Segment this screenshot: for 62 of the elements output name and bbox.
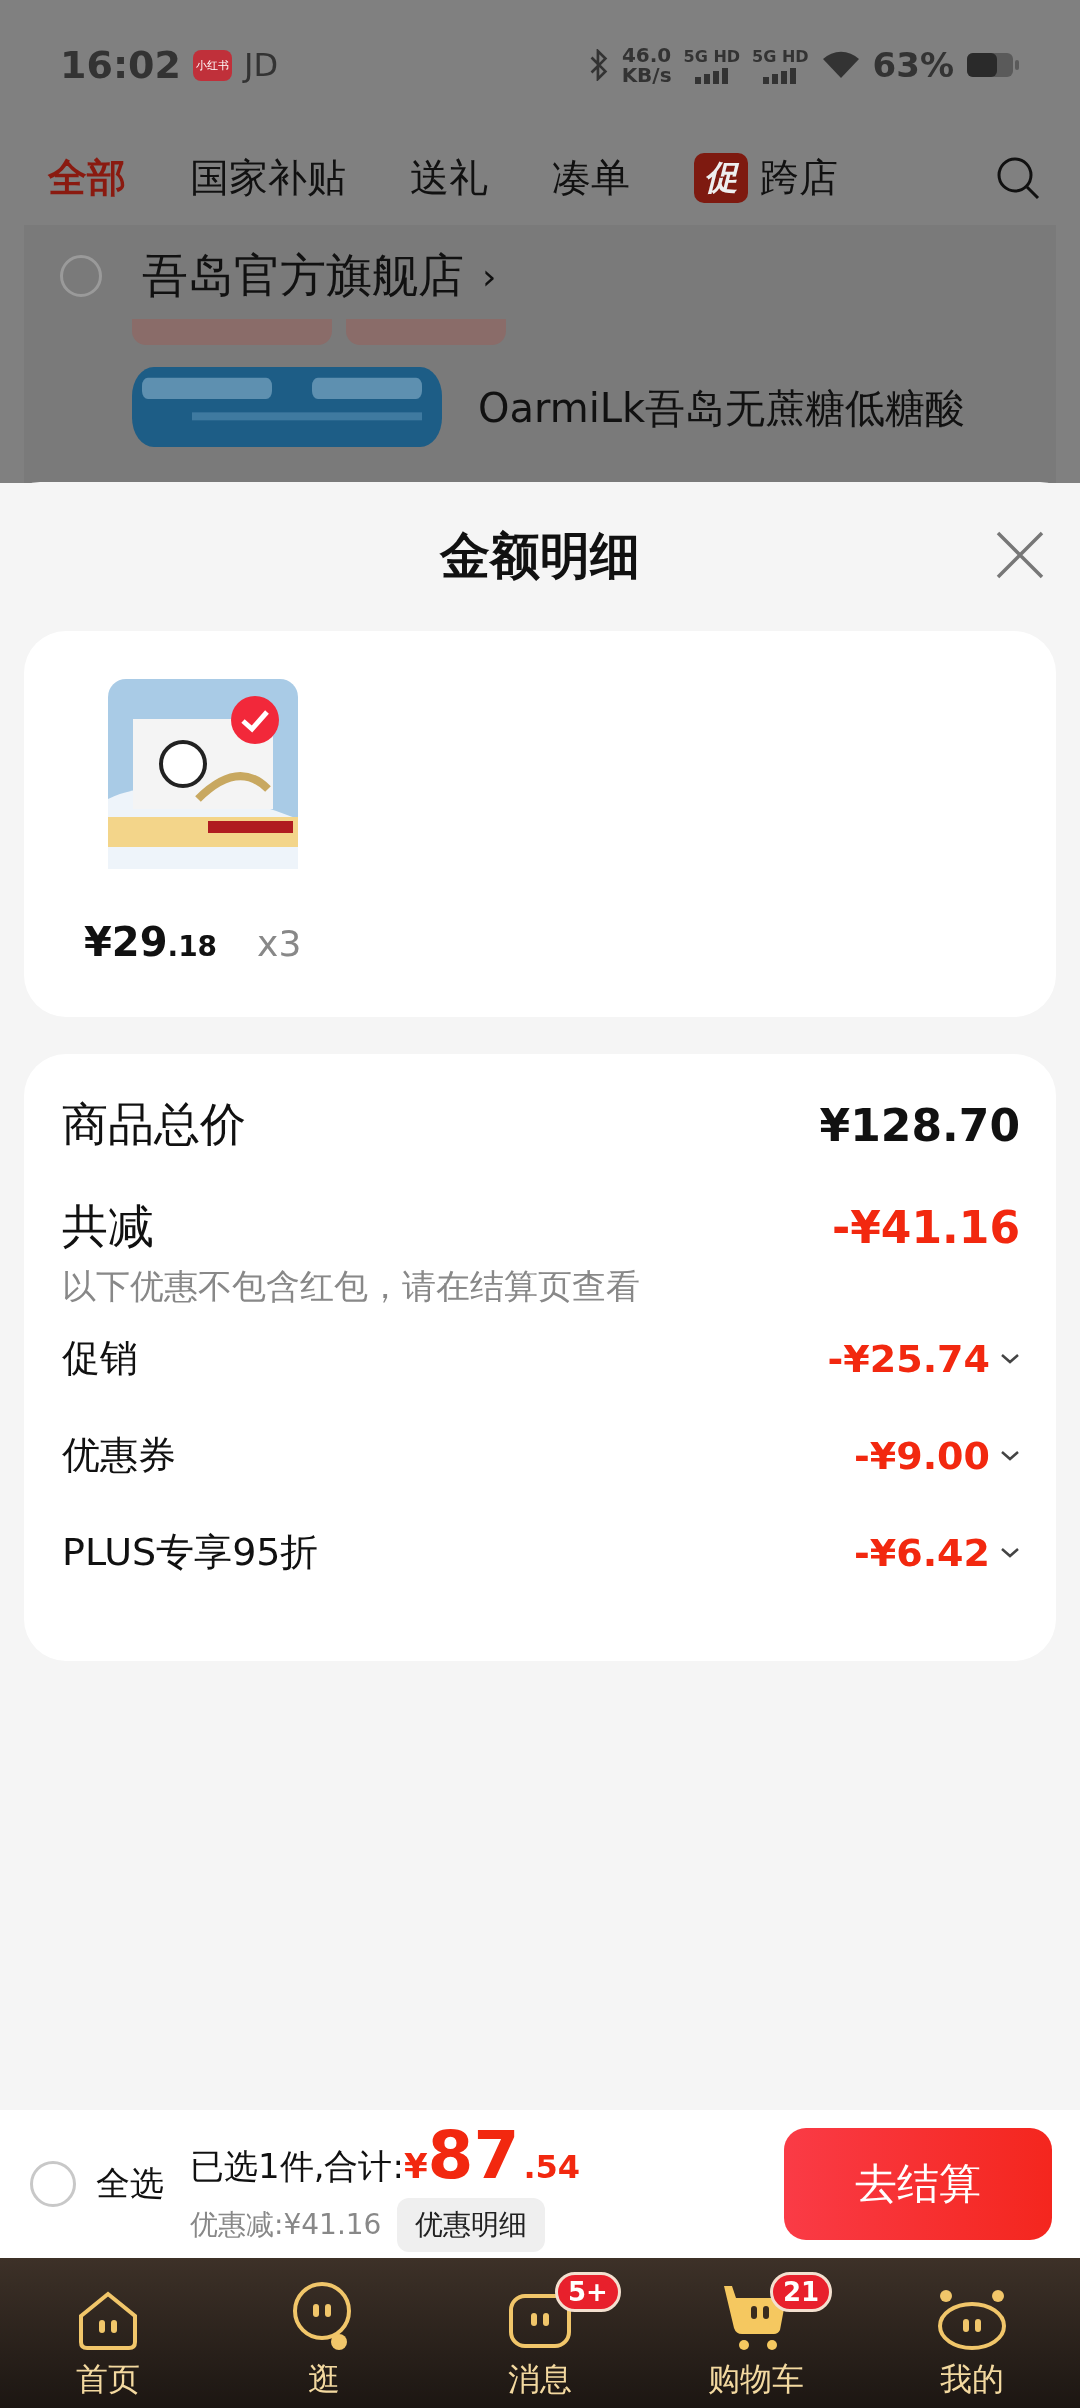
nav-tab[interactable]: 逛 <box>224 2264 424 2402</box>
discount-value: -¥9.00 <box>854 1433 990 1478</box>
category-tab[interactable]: 凑单 <box>552 150 630 205</box>
app-badge-icon: 小红书 <box>192 49 232 81</box>
chevron-down-icon <box>1000 1546 1020 1559</box>
chevron-down-icon <box>1000 1449 1020 1462</box>
discount-amount: -¥41.16 <box>831 1201 1020 1253</box>
store-checkbox[interactable] <box>60 255 102 297</box>
nav-tab[interactable]: 5+ 消息 <box>440 2264 640 2402</box>
discount-type: PLUS专享95折 <box>62 1529 319 1576</box>
product-title[interactable]: OarmiLk吾岛无蔗糖低糖酸 <box>478 367 966 436</box>
discount-row[interactable]: 优惠券 -¥9.00 <box>62 1407 1020 1504</box>
discount-type: 优惠券 <box>62 1432 176 1479</box>
nav-tab[interactable]: 首页 <box>8 2264 208 2402</box>
item-quantity: x3 <box>257 923 302 964</box>
discount-detail-button[interactable]: 优惠明细 <box>397 2197 546 2252</box>
nav-label: 首页 <box>76 2359 140 2400</box>
discount-row[interactable]: 促销 -¥25.74 <box>62 1310 1020 1407</box>
discount-label: 共减 <box>62 1198 154 1255</box>
battery-icon <box>966 51 1020 79</box>
wifi-icon <box>820 50 861 80</box>
nav-label: 逛 <box>308 2359 340 2400</box>
count-badge: 5+ <box>555 2272 621 2312</box>
category-tab[interactable]: 国家补贴 <box>190 150 346 205</box>
signal-icon <box>694 67 729 84</box>
promo-badge: 促 <box>694 152 748 203</box>
network-speed: 46.0 <box>621 45 672 65</box>
item-price: ¥29.18 <box>84 919 218 965</box>
status-time: 16:02 <box>60 43 181 87</box>
count-badge: 21 <box>770 2272 833 2312</box>
discount-value: -¥6.42 <box>854 1530 990 1575</box>
discount-note: 以下优惠不包含红包，请在结算页查看 <box>62 1265 641 1308</box>
battery-percent: 63% <box>872 45 954 85</box>
signal-icon <box>763 67 798 84</box>
sheet-title: 金额明细 <box>440 526 640 587</box>
total-price: ¥87.54 <box>403 2116 581 2194</box>
discount-type: 促销 <box>62 1335 138 1382</box>
store-chevron: › <box>482 255 497 297</box>
category-tab[interactable]: 促 跨店 <box>694 150 838 205</box>
selected-summary: 已选1件,合计: <box>190 2144 404 2188</box>
network-type: 5G HD <box>752 46 809 66</box>
close-icon[interactable] <box>995 530 1045 580</box>
nav-tab[interactable]: 我的 <box>872 2264 1072 2402</box>
carrier-label: JD <box>243 46 279 84</box>
nav-tab[interactable]: 21 购物车 <box>656 2264 856 2402</box>
nav-label: 消息 <box>508 2359 572 2400</box>
nav-label: 购物车 <box>708 2359 804 2400</box>
category-tab[interactable]: 送礼 <box>410 150 488 205</box>
checked-badge-icon[interactable] <box>230 695 280 745</box>
total-amount: ¥128.70 <box>819 1099 1020 1151</box>
network-type: 5G HD <box>683 46 741 66</box>
nav-label: 我的 <box>940 2359 1004 2400</box>
total-label: 商品总价 <box>62 1096 246 1153</box>
saved-amount: 优惠减:¥41.16 <box>190 2206 382 2243</box>
chevron-down-icon <box>1000 1352 1020 1365</box>
select-all-checkbox[interactable] <box>30 2161 76 2207</box>
select-all-label: 全选 <box>96 2162 164 2205</box>
discount-value: -¥25.74 <box>827 1336 990 1381</box>
discount-row[interactable]: PLUS专享95折 -¥6.42 <box>62 1504 1020 1601</box>
network-unit: KB/s <box>621 65 672 85</box>
store-name[interactable]: 吾岛官方旗舰店 <box>142 245 464 307</box>
checkout-button[interactable]: 去结算 <box>784 2128 1052 2240</box>
